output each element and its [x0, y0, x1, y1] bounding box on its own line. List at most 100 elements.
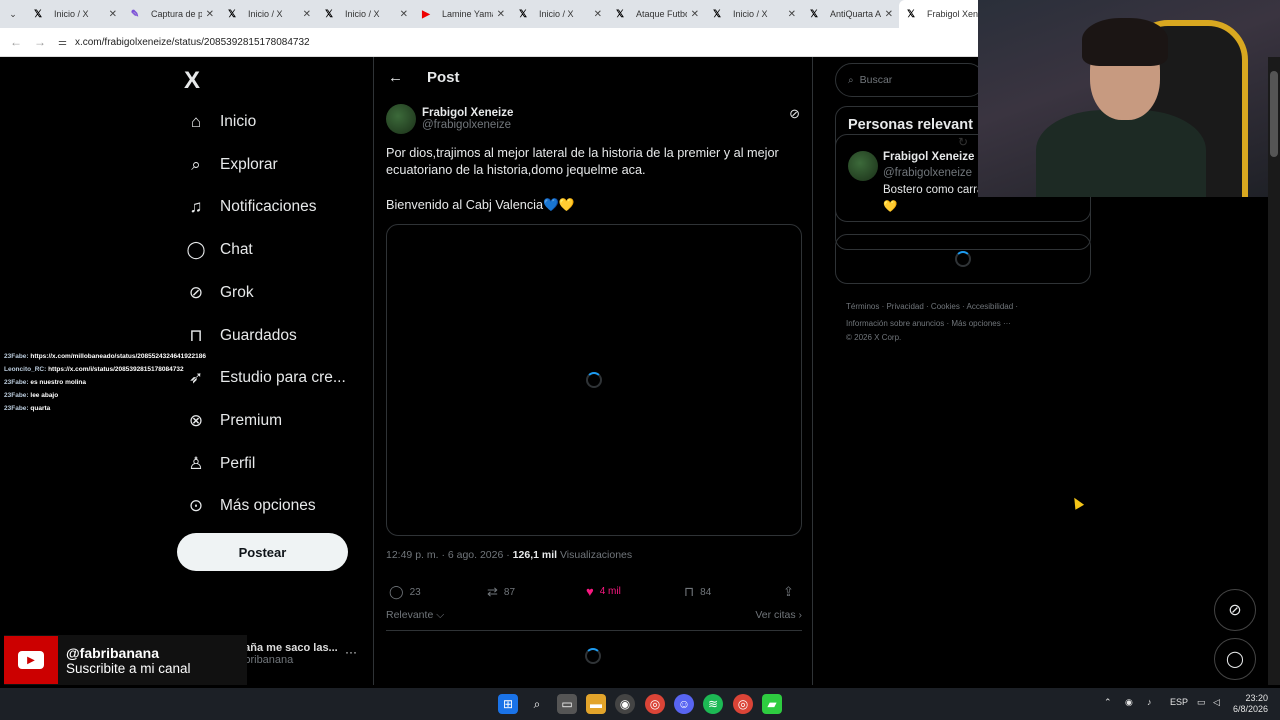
chat-line: 23Fabe: lee abajo	[4, 389, 206, 402]
author-avatar[interactable]	[386, 104, 416, 134]
relevant-name[interactable]: Frabigol Xeneize	[883, 151, 974, 163]
scrollbar[interactable]	[1268, 57, 1280, 685]
messages-float-icon[interactable]: ◯	[1214, 638, 1256, 680]
close-icon[interactable]: ✕	[400, 9, 408, 20]
browser-tab[interactable]: 𝕏 Inicio / X ✕	[26, 0, 123, 28]
relevant-handle[interactable]: @frabigolxeneize	[883, 167, 972, 179]
task-view-icon[interactable]: ▭	[557, 694, 577, 714]
tab-search-icon[interactable]: ⌄	[0, 0, 26, 28]
chat-line: 23Fabe: quarta	[4, 402, 206, 415]
microphone-icon[interactable]: ♪	[1147, 697, 1152, 707]
sidebar-item-estudio[interactable]: ➶ Estudio para cre...	[186, 363, 346, 393]
tab-label: Inicio / X	[248, 9, 283, 19]
avatar[interactable]	[848, 151, 878, 181]
chat-text: es nuestro molina	[30, 379, 87, 386]
tab-label: Inicio / X	[54, 9, 89, 19]
sidebar-item-perfil[interactable]: ♙ Perfil	[186, 449, 255, 479]
app-icon[interactable]: ▰	[762, 694, 782, 714]
search-icon[interactable]: ⌕	[527, 694, 547, 714]
bookmark-button[interactable]: ⊓ 84	[684, 584, 711, 600]
footer-line[interactable]: Términos · Privacidad · Cookies · Accesi…	[846, 298, 1086, 315]
chrome-active-icon[interactable]: ◎	[733, 694, 753, 714]
tray-app-icon[interactable]: ◉	[1125, 697, 1133, 708]
loading-spinner-icon	[955, 251, 971, 267]
close-icon[interactable]: ✕	[303, 9, 311, 20]
sidebar-item-chat[interactable]: ◯ Chat	[186, 235, 253, 265]
browser-tab[interactable]: 𝕏 Inicio / X ✕	[220, 0, 317, 28]
sidebar-item-guardados[interactable]: ⊓ Guardados	[186, 321, 296, 351]
post-text-line: Bienvenido al Cabj Valencia💙💛	[386, 198, 575, 212]
clock-date: 6/8/2026	[1232, 704, 1268, 714]
stream-chat-overlay: 23Fabe: https://x.com/millobaneado/statu…	[4, 350, 206, 415]
tray-chevron-icon[interactable]: ⌃	[1104, 697, 1112, 708]
start-icon[interactable]: ⊞	[498, 694, 518, 714]
post-author[interactable]: Frabigol Xeneize @frabigolxeneize	[386, 104, 513, 134]
sidebar-item-label: Chat	[220, 241, 253, 258]
language-indicator[interactable]: ESP	[1170, 697, 1188, 707]
chat-icon: ◯	[186, 240, 206, 259]
x-icon: 𝕏	[518, 8, 528, 20]
browser-tab[interactable]: ▶ Lamine Yamal ✕	[414, 0, 511, 28]
streamer-hair	[1082, 18, 1168, 66]
footer-line[interactable]: Información sobre anuncios · Más opcione…	[846, 315, 1086, 332]
browser-tab[interactable]: 𝕏 AntiQuarta A ✕	[802, 0, 899, 28]
chat-text: https://x.com/i/status/20853928151780847…	[48, 366, 184, 373]
sort-dropdown[interactable]: Relevante ⌵	[386, 609, 444, 621]
close-icon[interactable]: ✕	[497, 9, 505, 20]
browser-tab[interactable]: 𝕏 Inicio / X ✕	[317, 0, 414, 28]
like-button[interactable]: ♥ 4 mil	[586, 584, 621, 599]
sidebar-item-explorar[interactable]: ⌕ Explorar	[186, 150, 278, 180]
x-logo[interactable]: X	[184, 67, 200, 95]
file-explorer-icon[interactable]: ▬	[586, 694, 606, 714]
browser-tab[interactable]: 𝕏 Ataque Futbo ✕	[608, 0, 705, 28]
close-icon[interactable]: ✕	[594, 9, 602, 20]
back-arrow-icon[interactable]: ←	[388, 69, 403, 86]
url-field[interactable]: ⚌ x.com/frabigolxeneize/status/208539281…	[58, 37, 310, 48]
spotify-icon[interactable]: ≋	[703, 694, 723, 714]
relevant-bio-emoji: 💛	[883, 201, 898, 213]
tab-label: Captura de pa	[151, 9, 202, 19]
chrome-icon[interactable]: ◎	[645, 694, 665, 714]
post-meta: 12:49 p. m. · 6 ago. 2026 · 126,1 mil Vi…	[386, 549, 632, 561]
webcam-overlay	[978, 0, 1280, 197]
site-info-icon[interactable]: ⚌	[58, 37, 67, 48]
back-icon[interactable]: ←	[4, 35, 28, 49]
close-icon[interactable]: ✕	[206, 9, 214, 20]
author-handle[interactable]: @frabigolxeneize	[422, 119, 513, 131]
sidebar-item-inicio[interactable]: ⌂ Inicio	[186, 107, 256, 137]
browser-tab[interactable]: ✎ Captura de pa ✕	[123, 0, 220, 28]
author-name[interactable]: Frabigol Xeneize	[422, 107, 513, 119]
scrollbar-thumb[interactable]	[1270, 71, 1278, 157]
view-quotes-link[interactable]: Ver citas ›	[755, 609, 802, 621]
close-icon[interactable]: ✕	[788, 9, 796, 20]
sidebar-item-label: Explorar	[220, 156, 278, 173]
more-dots-icon[interactable]: ···	[345, 645, 357, 659]
repost-button[interactable]: ⇄ 87	[487, 584, 515, 600]
reply-button[interactable]: ◯ 23	[389, 584, 421, 600]
share-button[interactable]: ⇪	[783, 584, 800, 600]
post-media[interactable]	[386, 224, 802, 536]
grok-float-icon[interactable]: ⊘	[1214, 589, 1256, 631]
more-icon: ⊙	[188, 496, 204, 515]
sidebar-item-ms[interactable]: ⊙ Más opciones	[186, 491, 316, 521]
browser-tab[interactable]: 𝕏 Inicio / X ✕	[705, 0, 802, 28]
close-icon[interactable]: ✕	[691, 9, 699, 20]
post-timestamp[interactable]: 12:49 p. m. · 6 ago. 2026 ·	[386, 549, 513, 561]
post-button[interactable]: Postear	[177, 533, 348, 571]
sidebar-item-notificaciones[interactable]: ♫ Notificaciones	[186, 192, 317, 222]
sidebar-item-grok[interactable]: ⊘ Grok	[186, 278, 254, 308]
discord-icon[interactable]: ☺	[674, 694, 694, 714]
clock[interactable]: 23:20 6/8/2026	[1226, 693, 1268, 715]
network-icon[interactable]: ▭	[1197, 697, 1206, 708]
close-icon[interactable]: ✕	[109, 9, 117, 20]
grok-icon[interactable]: ⊘	[789, 106, 800, 122]
share-icon: ⇪	[783, 584, 794, 599]
volume-icon[interactable]: ◁	[1213, 697, 1220, 708]
close-icon[interactable]: ✕	[885, 9, 893, 20]
pen-icon: ✎	[130, 8, 140, 20]
chat-text: lee abajo	[30, 392, 59, 399]
search-input[interactable]: ⌕ Buscar	[835, 63, 985, 97]
forward-icon[interactable]: →	[28, 35, 52, 49]
browser-tab[interactable]: 𝕏 Inicio / X ✕	[511, 0, 608, 28]
obs-icon[interactable]: ◉	[615, 694, 635, 714]
